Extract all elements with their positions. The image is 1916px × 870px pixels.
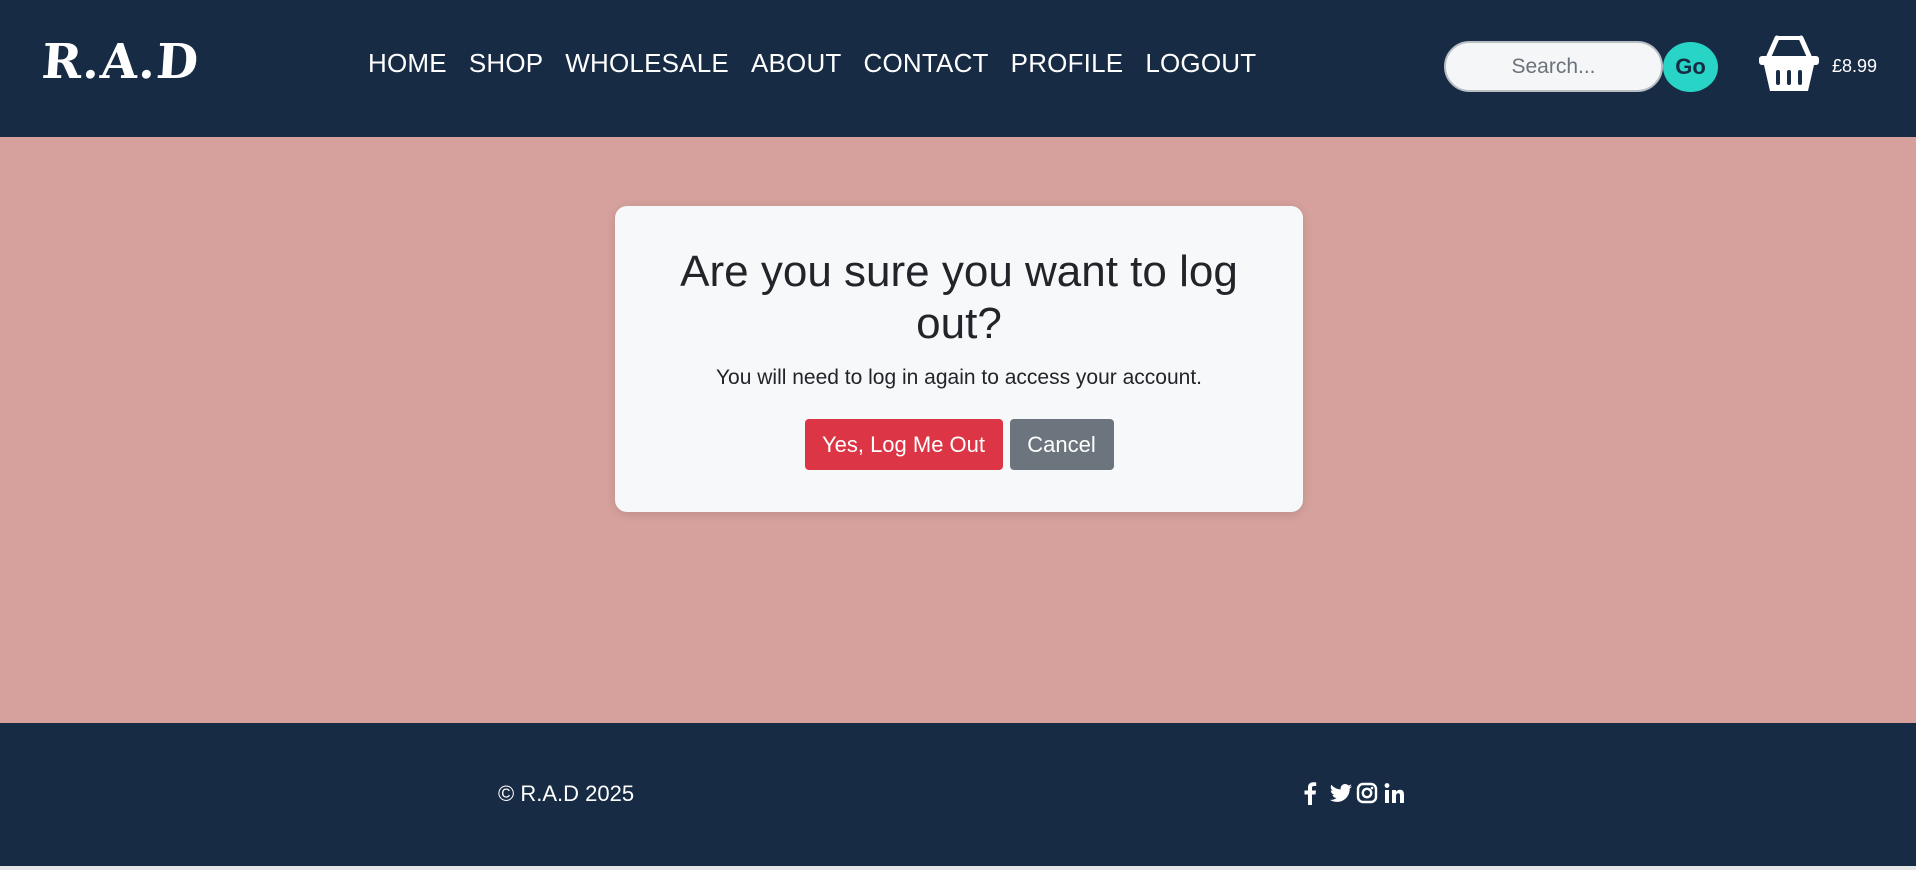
site-footer: © R.A.D 2025 (0, 723, 1916, 866)
twitter-icon[interactable] (1329, 781, 1352, 805)
logout-confirm-dialog: Are you sure you want to log out? You wi… (615, 206, 1303, 512)
confirm-logout-button[interactable]: Yes, Log Me Out (804, 419, 1003, 470)
basket-icon[interactable] (1757, 34, 1821, 94)
dialog-actions: Yes, Log Me Out Cancel (615, 419, 1303, 470)
site-logo[interactable]: R.A.D (40, 34, 201, 90)
nav-item-logout[interactable]: LOGOUT (1145, 48, 1256, 79)
nav-item-shop[interactable]: SHOP (469, 48, 543, 79)
dialog-message: You will need to log in again to access … (715, 366, 1203, 389)
facebook-icon[interactable] (1302, 781, 1324, 805)
site-header: R.A.D HOME SHOP WHOLESALE ABOUT CONTACT … (0, 0, 1916, 137)
linkedin-icon[interactable] (1383, 781, 1405, 805)
nav-item-about[interactable]: ABOUT (751, 48, 842, 79)
main-nav: HOME SHOP WHOLESALE ABOUT CONTACT PROFIL… (368, 48, 1256, 79)
nav-item-home[interactable]: HOME (368, 48, 447, 79)
search-go-button[interactable]: Go (1663, 42, 1718, 92)
page-bottom-edge (0, 866, 1916, 870)
nav-item-contact[interactable]: CONTACT (864, 48, 989, 79)
search-input[interactable] (1444, 41, 1663, 92)
dialog-title: Are you sure you want to log out? (680, 247, 1238, 348)
nav-item-wholesale[interactable]: WHOLESALE (565, 48, 729, 79)
nav-item-profile[interactable]: PROFILE (1011, 48, 1124, 79)
cart-total[interactable]: £8.99 (1832, 56, 1877, 77)
cancel-button[interactable]: Cancel (1009, 419, 1114, 470)
copyright-text: © R.A.D 2025 (498, 781, 635, 806)
social-links (1302, 781, 1405, 805)
instagram-icon[interactable] (1356, 781, 1378, 805)
